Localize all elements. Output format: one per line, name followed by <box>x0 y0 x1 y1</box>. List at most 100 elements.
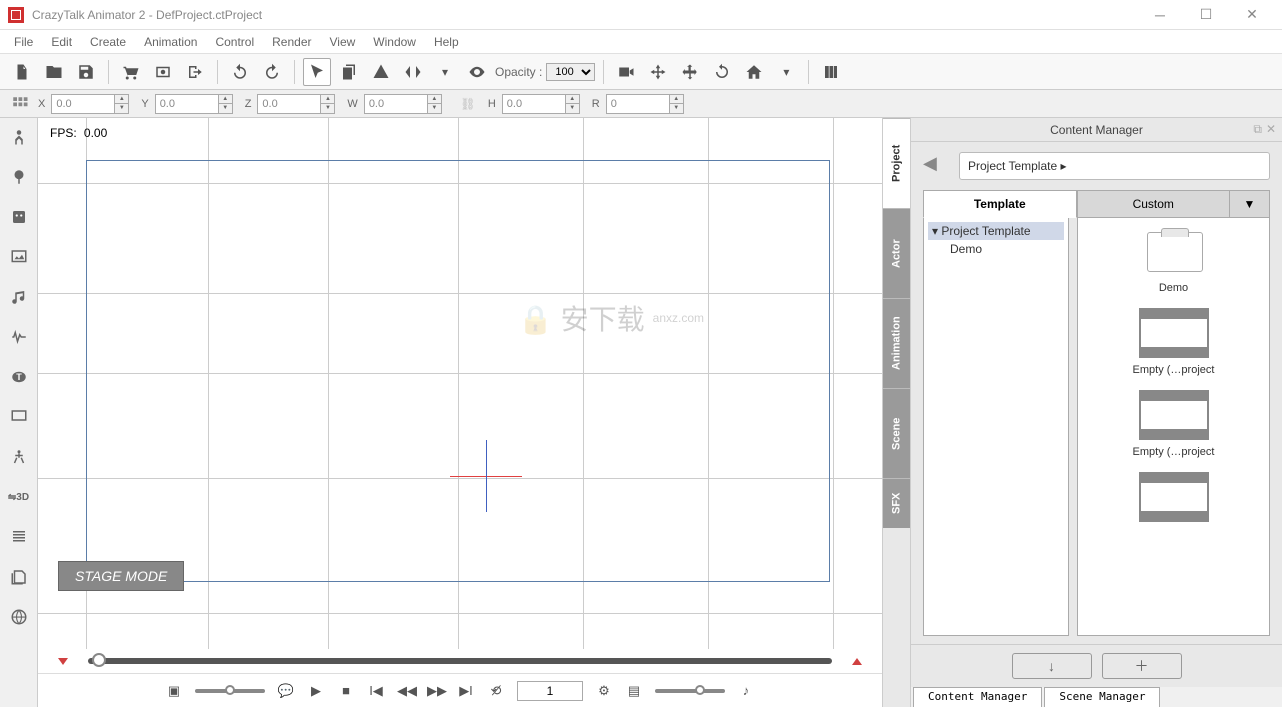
prev-frame-button[interactable]: ◀◀ <box>397 683 415 699</box>
h-spinner[interactable]: ▲▼ <box>566 94 580 114</box>
camera-icon[interactable] <box>149 58 177 86</box>
image-icon[interactable] <box>6 244 32 270</box>
audio-wave-icon[interactable] <box>6 324 32 350</box>
panel-close-icon[interactable]: ✕ <box>1266 122 1276 137</box>
undock-icon[interactable]: ⧉ <box>1253 122 1262 137</box>
z-input[interactable] <box>257 94 321 114</box>
content-item[interactable] <box>1139 390 1209 440</box>
vtab-sfx[interactable]: SFX <box>883 478 910 528</box>
play-button[interactable]: ▶ <box>307 683 325 699</box>
add-button[interactable]: ＋ <box>1102 653 1182 679</box>
last-frame-button[interactable]: ▶I <box>457 683 475 699</box>
breadcrumb[interactable]: Project Template ▸ <box>959 152 1270 180</box>
home-icon[interactable] <box>740 58 768 86</box>
content-item[interactable] <box>1139 226 1209 276</box>
stop-button[interactable]: ■ <box>337 683 355 698</box>
align-icon[interactable]: ▾ <box>431 58 459 86</box>
apply-button[interactable]: ↓ <box>1012 653 1092 679</box>
back-button[interactable]: ◀ <box>923 153 949 179</box>
bars-icon[interactable] <box>817 58 845 86</box>
copy-icon[interactable] <box>335 58 363 86</box>
menu-window[interactable]: Window <box>365 32 424 52</box>
loop-button[interactable]: ⟲̸ <box>487 683 505 699</box>
cart-icon[interactable] <box>117 58 145 86</box>
select-tool-icon[interactable] <box>303 58 331 86</box>
move-icon[interactable] <box>676 58 704 86</box>
save-icon[interactable] <box>72 58 100 86</box>
puppet-icon[interactable] <box>6 444 32 470</box>
character-icon[interactable] <box>6 124 32 150</box>
center-icon[interactable] <box>644 58 672 86</box>
speech-icon[interactable]: 💬 <box>277 683 295 699</box>
scrub-end-marker[interactable] <box>852 658 862 665</box>
timeline-icon[interactable]: ▤ <box>625 683 643 699</box>
bottom-tab-content-manager[interactable]: Content Manager <box>913 687 1042 707</box>
export-icon[interactable] <box>181 58 209 86</box>
shape-icon[interactable] <box>367 58 395 86</box>
text-icon[interactable]: T <box>6 364 32 390</box>
tab-template[interactable]: Template <box>923 190 1077 218</box>
tree-root[interactable]: ▾ Project Template <box>928 222 1064 240</box>
new-icon[interactable] <box>8 58 36 86</box>
menu-edit[interactable]: Edit <box>43 32 80 52</box>
redo-icon[interactable] <box>258 58 286 86</box>
note-icon[interactable]: ♪ <box>737 683 755 698</box>
speed-slider[interactable] <box>195 689 265 693</box>
minimize-button[interactable]: ─ <box>1138 1 1182 29</box>
tab-menu-icon[interactable]: ▼ <box>1230 190 1270 218</box>
bottom-tab-scene-manager[interactable]: Scene Manager <box>1044 687 1160 707</box>
globe-icon[interactable] <box>6 604 32 630</box>
h-input[interactable] <box>502 94 566 114</box>
vtab-scene[interactable]: Scene <box>883 388 910 478</box>
x-spinner[interactable]: ▲▼ <box>115 94 129 114</box>
maximize-button[interactable]: ☐ <box>1184 1 1228 29</box>
content-item[interactable] <box>1139 472 1209 522</box>
vtab-project[interactable]: Project <box>883 118 910 208</box>
content-item[interactable] <box>1139 308 1209 358</box>
tree-icon[interactable] <box>6 164 32 190</box>
camera-keyframe-icon[interactable]: ▣ <box>165 683 183 699</box>
grid-icon[interactable] <box>8 92 32 116</box>
first-frame-button[interactable]: I◀ <box>367 683 385 699</box>
x-input[interactable] <box>51 94 115 114</box>
files-icon[interactable] <box>6 564 32 590</box>
music-icon[interactable] <box>6 284 32 310</box>
scrub-start-marker[interactable] <box>58 658 68 665</box>
screen-icon[interactable] <box>6 404 32 430</box>
next-frame-button[interactable]: ▶▶ <box>427 683 445 699</box>
face-icon[interactable] <box>6 204 32 230</box>
vtab-actor[interactable]: Actor <box>883 208 910 298</box>
menu-file[interactable]: File <box>6 32 41 52</box>
video-camera-icon[interactable] <box>612 58 640 86</box>
settings-icon[interactable]: ⚙ <box>595 683 613 699</box>
menu-view[interactable]: View <box>321 32 363 52</box>
menu-control[interactable]: Control <box>207 32 262 52</box>
rotate-icon[interactable] <box>708 58 736 86</box>
r-input[interactable] <box>606 94 670 114</box>
r-spinner[interactable]: ▲▼ <box>670 94 684 114</box>
w-input[interactable] <box>364 94 428 114</box>
link-icon[interactable]: ⛓ <box>454 90 482 118</box>
vtab-animation[interactable]: Animation <box>883 298 910 388</box>
stage-canvas[interactable]: FPS: 0.00 🔒 安下载anxz.com STAGE MODE <box>38 118 882 649</box>
menu-render[interactable]: Render <box>264 32 319 52</box>
menu-help[interactable]: Help <box>426 32 467 52</box>
list-icon[interactable] <box>6 524 32 550</box>
y-spinner[interactable]: ▲▼ <box>219 94 233 114</box>
opacity-control[interactable]: Opacity : 100 <box>495 63 595 81</box>
current-frame-input[interactable] <box>517 681 583 701</box>
z-spinner[interactable]: ▲▼ <box>321 94 335 114</box>
menu-create[interactable]: Create <box>82 32 134 52</box>
flip-icon[interactable] <box>399 58 427 86</box>
visibility-icon[interactable] <box>463 58 491 86</box>
y-input[interactable] <box>155 94 219 114</box>
dropdown-icon[interactable]: ▾ <box>772 58 800 86</box>
tree-child[interactable]: Demo <box>928 240 1064 258</box>
scrub-handle[interactable] <box>92 653 106 667</box>
zoom-slider[interactable] <box>655 689 725 693</box>
menu-animation[interactable]: Animation <box>136 32 205 52</box>
content-tree[interactable]: ▾ Project Template Demo <box>923 218 1069 636</box>
timeline-scrubber[interactable] <box>38 649 882 673</box>
tab-custom[interactable]: Custom <box>1077 190 1231 218</box>
open-icon[interactable] <box>40 58 68 86</box>
